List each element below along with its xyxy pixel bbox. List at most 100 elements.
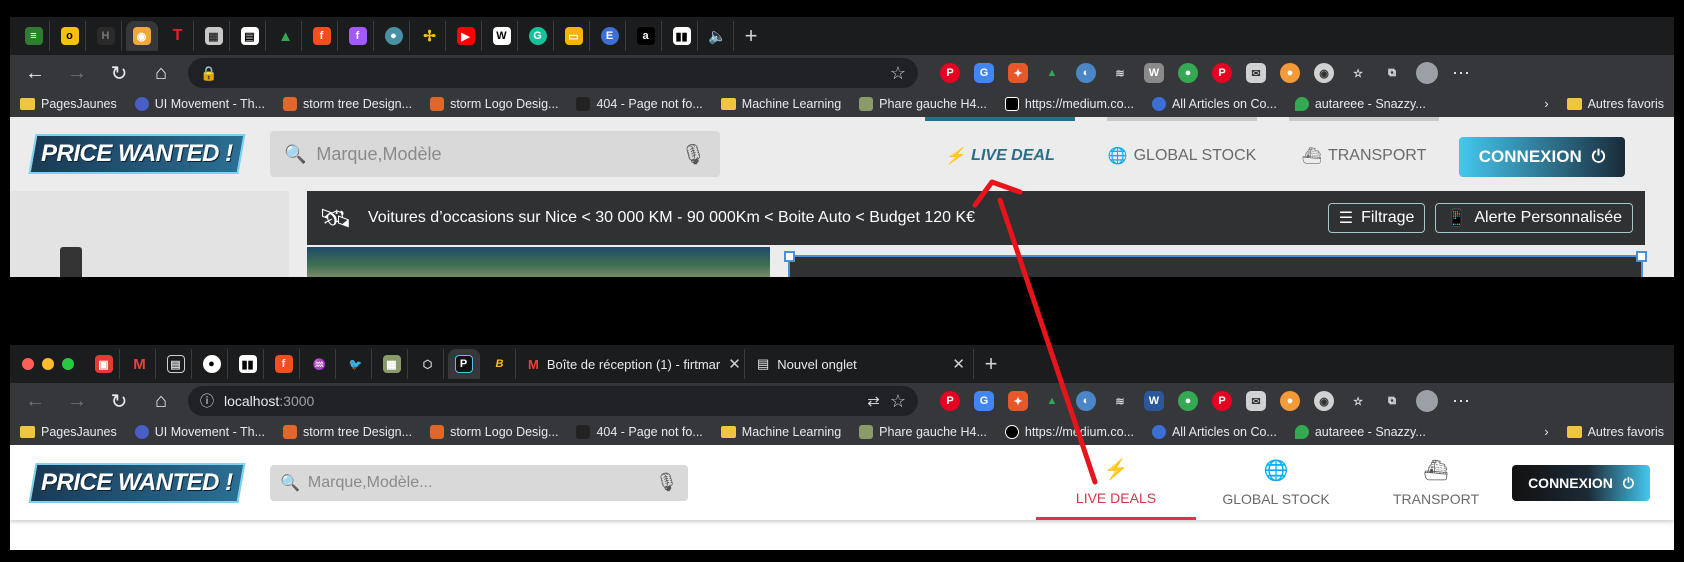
bookmark[interactable]: PagesJaunes: [20, 425, 117, 439]
reload-button[interactable]: ↻: [104, 58, 134, 88]
mail-icon[interactable]: ✉: [1246, 391, 1266, 411]
tab[interactable]: ▤: [234, 21, 266, 51]
extension-icon[interactable]: ✦: [1008, 63, 1028, 83]
resize-handle[interactable]: [784, 251, 795, 262]
tab[interactable]: H: [90, 21, 122, 51]
bookmark[interactable]: UI Movement - Th...: [134, 97, 265, 111]
close-icon[interactable]: ✕: [728, 355, 741, 373]
connexion-button[interactable]: CONNEXION ⏻: [1512, 465, 1650, 501]
tab[interactable]: ▲: [270, 21, 302, 51]
maximize-window-button[interactable]: [62, 358, 74, 370]
filter-button[interactable]: ☰ Filtrage: [1327, 203, 1426, 233]
logo[interactable]: PRICE WANTED !: [28, 462, 246, 503]
tab[interactable]: ◉: [126, 21, 158, 51]
mail-icon[interactable]: ✉: [1246, 63, 1266, 83]
tab[interactable]: o: [54, 21, 86, 51]
back-button[interactable]: ←: [20, 58, 50, 88]
search-input[interactable]: 🔍 Marque,Modèle 🎙: [270, 131, 720, 177]
pinterest-icon[interactable]: P: [940, 63, 960, 83]
bookmark[interactable]: autareee - Snazzy...: [1294, 97, 1426, 111]
translate-icon[interactable]: G: [974, 391, 994, 411]
drive-icon[interactable]: ▲: [1042, 391, 1062, 411]
collections-icon[interactable]: ⧉: [1382, 63, 1402, 83]
close-icon[interactable]: ✕: [952, 355, 965, 373]
extension-icon[interactable]: ✦: [1008, 391, 1028, 411]
translate-icon[interactable]: ⇄: [867, 392, 880, 410]
address-bar[interactable]: 🔒 ☆: [188, 58, 918, 88]
reading-list-icon[interactable]: ☆: [1348, 391, 1368, 411]
tab[interactable]: f: [342, 21, 374, 51]
nav-transport[interactable]: ⛴ TRANSPORT: [1289, 117, 1439, 191]
bookmark[interactable]: Phare gauche H4...: [859, 97, 987, 111]
more-menu-icon[interactable]: ⋯: [1452, 63, 1470, 84]
extension-icon[interactable]: ◐: [1076, 391, 1096, 411]
address-bar[interactable]: ⓘ localhost:3000 ⇄ ☆: [188, 386, 918, 416]
drive-icon[interactable]: ▲: [1042, 63, 1062, 83]
microphone-icon[interactable]: 🎙: [681, 142, 706, 167]
close-window-button[interactable]: [22, 358, 34, 370]
connexion-button[interactable]: CONNEXION ⏻: [1459, 137, 1625, 177]
bookmark[interactable]: https://medium.co...: [1004, 97, 1134, 111]
extension-icon[interactable]: ◉: [1314, 63, 1334, 83]
star-icon[interactable]: ☆: [890, 63, 906, 84]
bookmark[interactable]: PagesJaunes: [20, 97, 117, 111]
bookmark[interactable]: All Articles on Co...: [1151, 425, 1277, 439]
tab[interactable]: f: [268, 349, 300, 379]
nav-global-stock[interactable]: 🌐 GLOBAL STOCK: [1196, 445, 1356, 520]
tab[interactable]: M: [124, 349, 156, 379]
logo[interactable]: PRICE WANTED !: [28, 134, 246, 174]
word-icon[interactable]: W: [1144, 391, 1164, 411]
bookmark[interactable]: Phare gauche H4...: [859, 425, 987, 439]
tab[interactable]: G: [522, 21, 554, 51]
bookmark[interactable]: All Articles on Co...: [1151, 97, 1277, 111]
minimize-window-button[interactable]: [42, 358, 54, 370]
chevron-right-icon[interactable]: ›: [1544, 425, 1548, 439]
tab[interactable]: ●: [378, 21, 410, 51]
tab[interactable]: B: [484, 349, 516, 379]
nav-transport[interactable]: ⛴ TRANSPORT: [1356, 445, 1516, 520]
bookmark[interactable]: Machine Learning: [720, 425, 841, 439]
bookmark[interactable]: https://medium.co...: [1004, 425, 1134, 439]
tab[interactable]: ▤: [160, 349, 192, 379]
extension-icon[interactable]: W: [1144, 63, 1164, 83]
selection-box[interactable]: [784, 251, 1647, 277]
tab[interactable]: f: [306, 21, 338, 51]
translate-icon[interactable]: G: [974, 63, 994, 83]
bookmark[interactable]: UI Movement - Th...: [134, 425, 265, 439]
layers-icon[interactable]: ≋: [1110, 391, 1130, 411]
extension-icon[interactable]: ◐: [1076, 63, 1096, 83]
pinterest-icon[interactable]: P: [940, 391, 960, 411]
bookmark[interactable]: storm Logo Desig...: [430, 97, 558, 111]
tab[interactable]: 🔈: [702, 21, 734, 51]
more-menu-icon[interactable]: ⋯: [1452, 391, 1470, 412]
resize-handle[interactable]: [1636, 251, 1647, 262]
search-input[interactable]: 🔍 Marque,Modèle... 🎙: [270, 464, 688, 501]
tab-gmail[interactable]: M Boîte de réception (1) - firtmar ✕: [520, 349, 745, 379]
chat-icon[interactable]: ●: [1178, 391, 1198, 411]
tab[interactable]: E: [594, 21, 626, 51]
back-button[interactable]: ←: [20, 386, 50, 416]
reading-list-icon[interactable]: ☆: [1348, 63, 1368, 83]
home-button[interactable]: ⌂: [146, 58, 176, 88]
avatar[interactable]: [1416, 390, 1438, 412]
bookmark[interactable]: 404 - Page not fo...: [576, 425, 703, 439]
bookmark[interactable]: storm Logo Desig...: [430, 425, 558, 439]
tab[interactable]: 🐦: [340, 349, 372, 379]
forward-button[interactable]: →: [62, 386, 92, 416]
bookmark[interactable]: Machine Learning: [720, 97, 841, 111]
custom-alert-button[interactable]: 📱 Alerte Personnalisée: [1435, 203, 1633, 233]
extension-icon[interactable]: ●: [1280, 391, 1300, 411]
avatar[interactable]: [1416, 62, 1438, 84]
bookmark[interactable]: storm tree Design...: [282, 97, 412, 111]
tab[interactable]: ▣: [88, 349, 120, 379]
tab[interactable]: ✢: [414, 21, 446, 51]
tab[interactable]: P: [448, 349, 480, 379]
pinterest-icon[interactable]: P: [1212, 63, 1232, 83]
nav-global-stock[interactable]: 🌐 GLOBAL STOCK: [1107, 117, 1257, 191]
bookmark[interactable]: 404 - Page not fo...: [576, 97, 703, 111]
tab[interactable]: ●: [196, 349, 228, 379]
other-bookmarks[interactable]: Autres favoris: [1566, 425, 1664, 439]
tab[interactable]: ▦: [376, 349, 408, 379]
tab[interactable]: ♒: [304, 349, 336, 379]
tab[interactable]: ⬡: [412, 349, 444, 379]
